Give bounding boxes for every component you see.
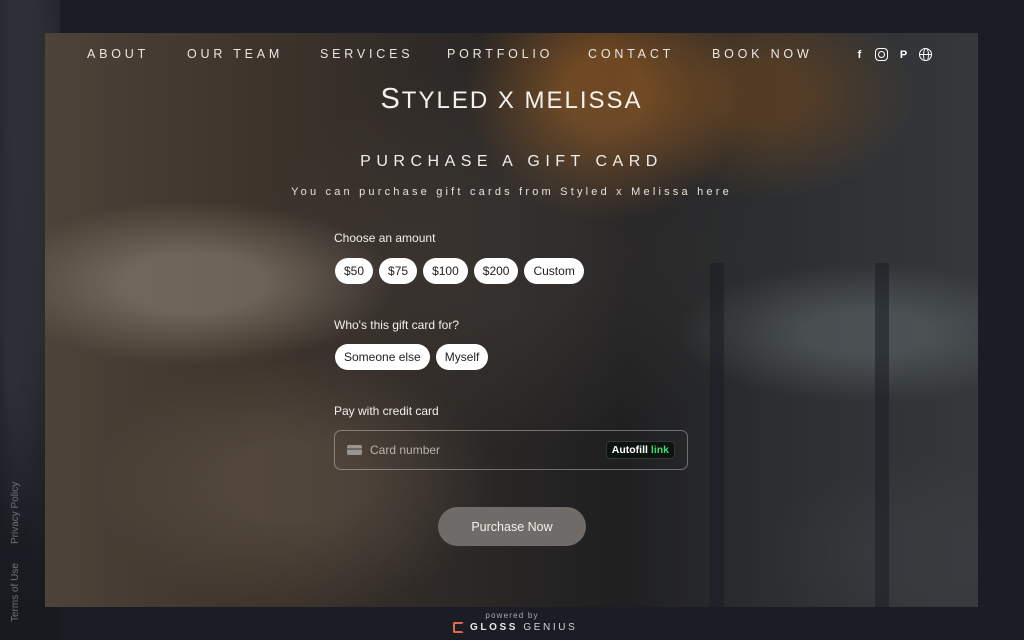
globe-icon[interactable] [919,48,932,61]
amount-label: Choose an amount [334,231,436,245]
amount-options: $50 $75 $100 $200 Custom [335,258,584,284]
powered-by-label: powered by [485,611,539,620]
pinterest-icon[interactable]: P [897,48,910,61]
instagram-icon[interactable] [875,48,888,61]
page-title: PURCHASE A GIFT CARD [360,153,663,170]
payment-label: Pay with credit card [334,404,439,418]
card-number-placeholder: Card number [370,443,441,457]
amount-75-chip[interactable]: $75 [379,258,418,284]
nav-services[interactable]: SERVICES [320,47,413,61]
amount-50-chip[interactable]: $50 [335,258,374,284]
purchase-now-button[interactable]: Purchase Now [438,507,586,546]
gift-card-panel: ABOUT OUR TEAM SERVICES PORTFOLIO CONTAC… [45,33,978,607]
nav-our-team[interactable]: OUR TEAM [187,47,283,61]
nav-about[interactable]: ABOUT [87,47,149,61]
glossgenius-icon [453,622,464,633]
brand-logo: STYLED X MELISSA [380,83,643,115]
autofill-link-button[interactable]: Autofill link [605,441,675,459]
privacy-policy-link[interactable]: Privacy Policy [10,482,21,544]
card-number-field[interactable]: Card number Autofill link [334,430,688,470]
facebook-icon[interactable]: f [853,48,866,61]
amount-200-chip[interactable]: $200 [473,258,519,284]
recipient-myself-chip[interactable]: Myself [435,344,489,370]
background-window-post [875,263,889,607]
nav-portfolio[interactable]: PORTFOLIO [447,47,553,61]
glossgenius-logo[interactable]: GLOSS GENIUS [453,622,577,633]
social-links: f P [853,48,932,61]
nav-contact[interactable]: CONTACT [588,47,674,61]
page-subtitle: You can purchase gift cards from Styled … [291,186,732,198]
amount-100-chip[interactable]: $100 [423,258,468,284]
recipient-options: Someone else Myself [335,344,489,370]
recipient-someone-else-chip[interactable]: Someone else [335,344,430,370]
nav-book-now[interactable]: BOOK NOW [712,47,813,61]
recipient-label: Who's this gift card for? [334,318,460,332]
credit-card-icon [347,445,362,455]
background-window-post [710,263,724,607]
amount-custom-chip[interactable]: Custom [524,258,584,284]
